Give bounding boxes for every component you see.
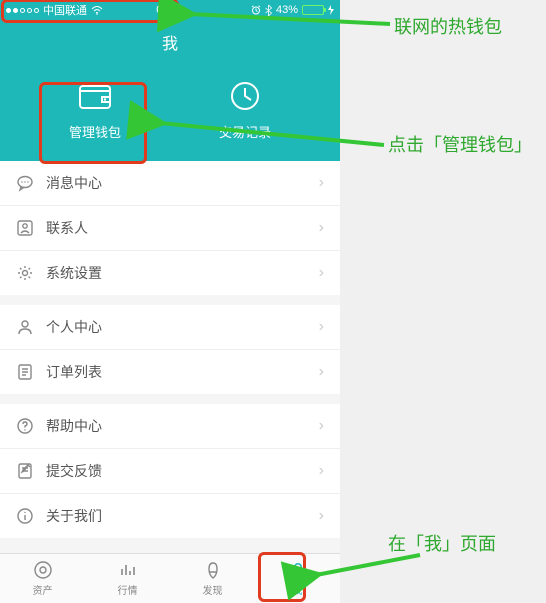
chevron-right-icon: › (319, 219, 324, 237)
tab-label: 资产 (33, 582, 53, 597)
item-label: 个人中心 (46, 317, 307, 337)
tab-label: 发现 (203, 582, 223, 597)
list-item-about[interactable]: 关于我们 › (0, 494, 340, 538)
chevron-right-icon: › (319, 264, 324, 282)
alarm-icon (251, 5, 261, 15)
annotation-me-page: 在「我」页面 (388, 532, 496, 557)
battery-pct-label: 43% (276, 4, 298, 16)
message-icon (16, 174, 34, 192)
wallet-icon (77, 78, 113, 114)
item-label: 帮助中心 (46, 416, 307, 436)
orders-icon (16, 363, 34, 381)
annotation-click-wallet: 点击「管理钱包」 (388, 133, 528, 158)
tab-me[interactable]: 我 (255, 554, 340, 603)
bluetooth-icon (265, 5, 272, 16)
list-item-profile[interactable]: 个人中心 › (0, 305, 340, 350)
carrier-label: 中国联通 (43, 2, 87, 18)
list-item-feedback[interactable]: 提交反馈 › (0, 449, 340, 494)
section-1: 消息中心 › 联系人 › 系统设置 › (0, 161, 340, 295)
about-icon (16, 507, 34, 525)
chevron-right-icon: › (319, 417, 324, 435)
annotation-hotwallet: 联网的热钱包 (394, 15, 502, 40)
me-icon (288, 560, 308, 580)
charging-icon (328, 5, 334, 15)
feedback-icon (16, 462, 34, 480)
settings-icon (16, 264, 34, 282)
list-item-orders[interactable]: 订单列表 › (0, 350, 340, 394)
tab-assets[interactable]: 资产 (0, 554, 85, 603)
page-header: 我 管理钱包 交易记录 (0, 20, 340, 161)
chevron-right-icon: › (319, 174, 324, 192)
discover-icon (203, 560, 223, 580)
tab-discover[interactable]: 发现 (170, 554, 255, 603)
contacts-icon (16, 219, 34, 237)
tab-label: 我 (293, 582, 303, 597)
list-item-messages[interactable]: 消息中心 › (0, 161, 340, 206)
help-icon (16, 417, 34, 435)
item-label: 消息中心 (46, 173, 307, 193)
content-area: 消息中心 › 联系人 › 系统设置 › 个人中心 › 订单列表 (0, 161, 340, 553)
item-label: 系统设置 (46, 263, 307, 283)
wifi-icon (91, 5, 103, 15)
history-label: 交易记录 (219, 122, 271, 141)
transaction-history-button[interactable]: 交易记录 (219, 78, 271, 141)
wallet-label: 管理钱包 (69, 122, 121, 141)
assets-icon (33, 560, 53, 580)
section-3: 帮助中心 › 提交反馈 › 关于我们 › (0, 404, 340, 538)
item-label: 订单列表 (46, 362, 307, 382)
chevron-right-icon: › (319, 363, 324, 381)
chevron-right-icon: › (319, 462, 324, 480)
tab-market[interactable]: 行情 (85, 554, 170, 603)
market-icon (118, 560, 138, 580)
item-label: 联系人 (46, 218, 307, 238)
list-item-contacts[interactable]: 联系人 › (0, 206, 340, 251)
status-bar: 中国联通 00:23 43% (0, 0, 340, 20)
tab-label: 行情 (118, 582, 138, 597)
phone-frame: 中国联通 00:23 43% 我 管理钱包 交易记录 (0, 0, 340, 603)
chevron-right-icon: › (319, 318, 324, 336)
history-icon (227, 78, 263, 114)
chevron-right-icon: › (319, 507, 324, 525)
item-label: 提交反馈 (46, 461, 307, 481)
page-title: 我 (0, 28, 340, 54)
manage-wallet-button[interactable]: 管理钱包 (69, 78, 121, 141)
item-label: 关于我们 (46, 506, 307, 526)
section-2: 个人中心 › 订单列表 › (0, 305, 340, 394)
battery-icon (302, 5, 324, 15)
signal-dots (6, 8, 39, 13)
list-item-settings[interactable]: 系统设置 › (0, 251, 340, 295)
user-icon (16, 318, 34, 336)
list-item-help[interactable]: 帮助中心 › (0, 404, 340, 449)
tab-bar: 资产 行情 发现 我 (0, 553, 340, 603)
